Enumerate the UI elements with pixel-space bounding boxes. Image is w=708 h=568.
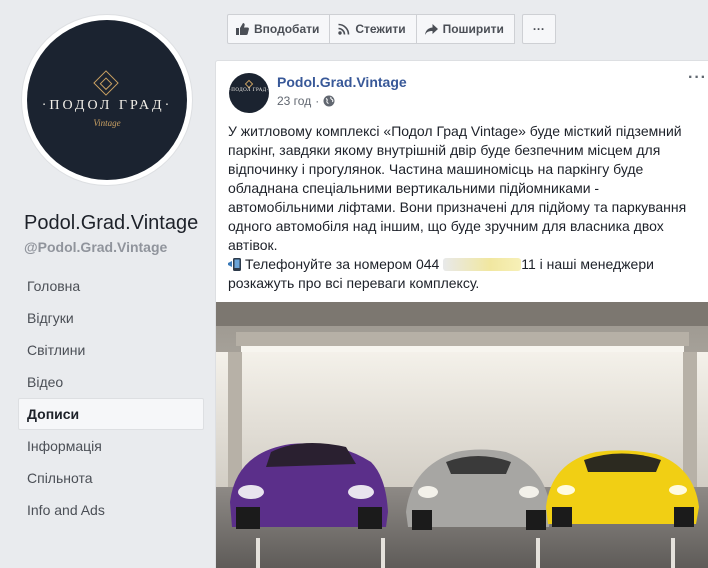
nav-item-info-and-ads[interactable]: Info and Ads <box>18 494 204 526</box>
post-avatar-logo-text: ·ПОДОЛ ГРАД· <box>229 88 269 93</box>
mobile-phone-icon <box>228 258 241 271</box>
nav-item-community[interactable]: Спільнота <box>18 462 204 494</box>
nav-item-about[interactable]: Інформація <box>18 430 204 462</box>
page-nav: Головна Відгуки Світлини Відео Дописи Ін… <box>18 270 204 526</box>
post-body: У житловому комплексі «Подол Град Vintag… <box>228 122 698 293</box>
nav-item-photos[interactable]: Світлини <box>18 334 204 366</box>
post-author-name[interactable]: Podol.Grad.Vintage <box>277 74 407 90</box>
page-logo: ·ПОДОЛ ГРАД· Vintage <box>27 20 187 180</box>
garage-cars-image <box>216 302 708 568</box>
post-meta: 23 год · <box>277 94 335 108</box>
nav-item-home[interactable]: Головна <box>18 270 204 302</box>
page-title[interactable]: Podol.Grad.Vintage <box>24 212 198 235</box>
share-label: Поширити <box>442 22 504 36</box>
follow-button[interactable]: Стежити <box>330 14 417 44</box>
thumbs-up-icon <box>236 23 249 35</box>
phone-redacted <box>443 258 522 271</box>
logo-subtext: Vintage <box>93 118 121 128</box>
share-button[interactable]: Поширити <box>416 14 515 44</box>
post-paragraph: У житловому комплексі «Подол Град Vintag… <box>228 123 687 253</box>
logo-emblem-icon <box>93 70 119 96</box>
phone-prefix: Телефонуйте за номером 044 <box>245 256 440 272</box>
page-action-bar: Вподобати Стежити Поширити ··· <box>227 14 556 44</box>
like-button[interactable]: Вподобати <box>227 14 331 44</box>
page-sidebar: ·ПОДОЛ ГРАД· Vintage Podol.Grad.Vintage … <box>0 0 210 568</box>
logo-emblem-icon <box>244 79 254 89</box>
page-handle[interactable]: @Podol.Grad.Vintage <box>24 239 167 255</box>
globe-icon[interactable] <box>323 95 335 107</box>
post-timestamp[interactable]: 23 год <box>277 94 311 108</box>
like-label: Вподобати <box>254 22 320 36</box>
rss-icon <box>338 23 350 35</box>
logo-text: ·ПОДОЛ ГРАД· <box>41 98 173 113</box>
nav-item-videos[interactable]: Відео <box>18 366 204 398</box>
post-phone-line: Телефонуйте за номером 044 11 і наші мен… <box>228 255 698 293</box>
nav-item-reviews[interactable]: Відгуки <box>18 302 204 334</box>
post-options-button[interactable]: ··· <box>688 69 707 87</box>
share-arrow-icon <box>424 23 438 35</box>
post-author-avatar[interactable]: ·ПОДОЛ ГРАД· <box>229 73 269 113</box>
post-photo[interactable] <box>216 302 708 568</box>
profile-picture[interactable]: ·ПОДОЛ ГРАД· Vintage <box>22 15 192 185</box>
more-actions-button[interactable]: ··· <box>521 14 556 44</box>
follow-label: Стежити <box>355 22 406 36</box>
post-card: ·ПОДОЛ ГРАД· Podol.Grad.Vintage 23 год ·… <box>215 60 708 568</box>
nav-item-posts[interactable]: Дописи <box>18 398 204 430</box>
